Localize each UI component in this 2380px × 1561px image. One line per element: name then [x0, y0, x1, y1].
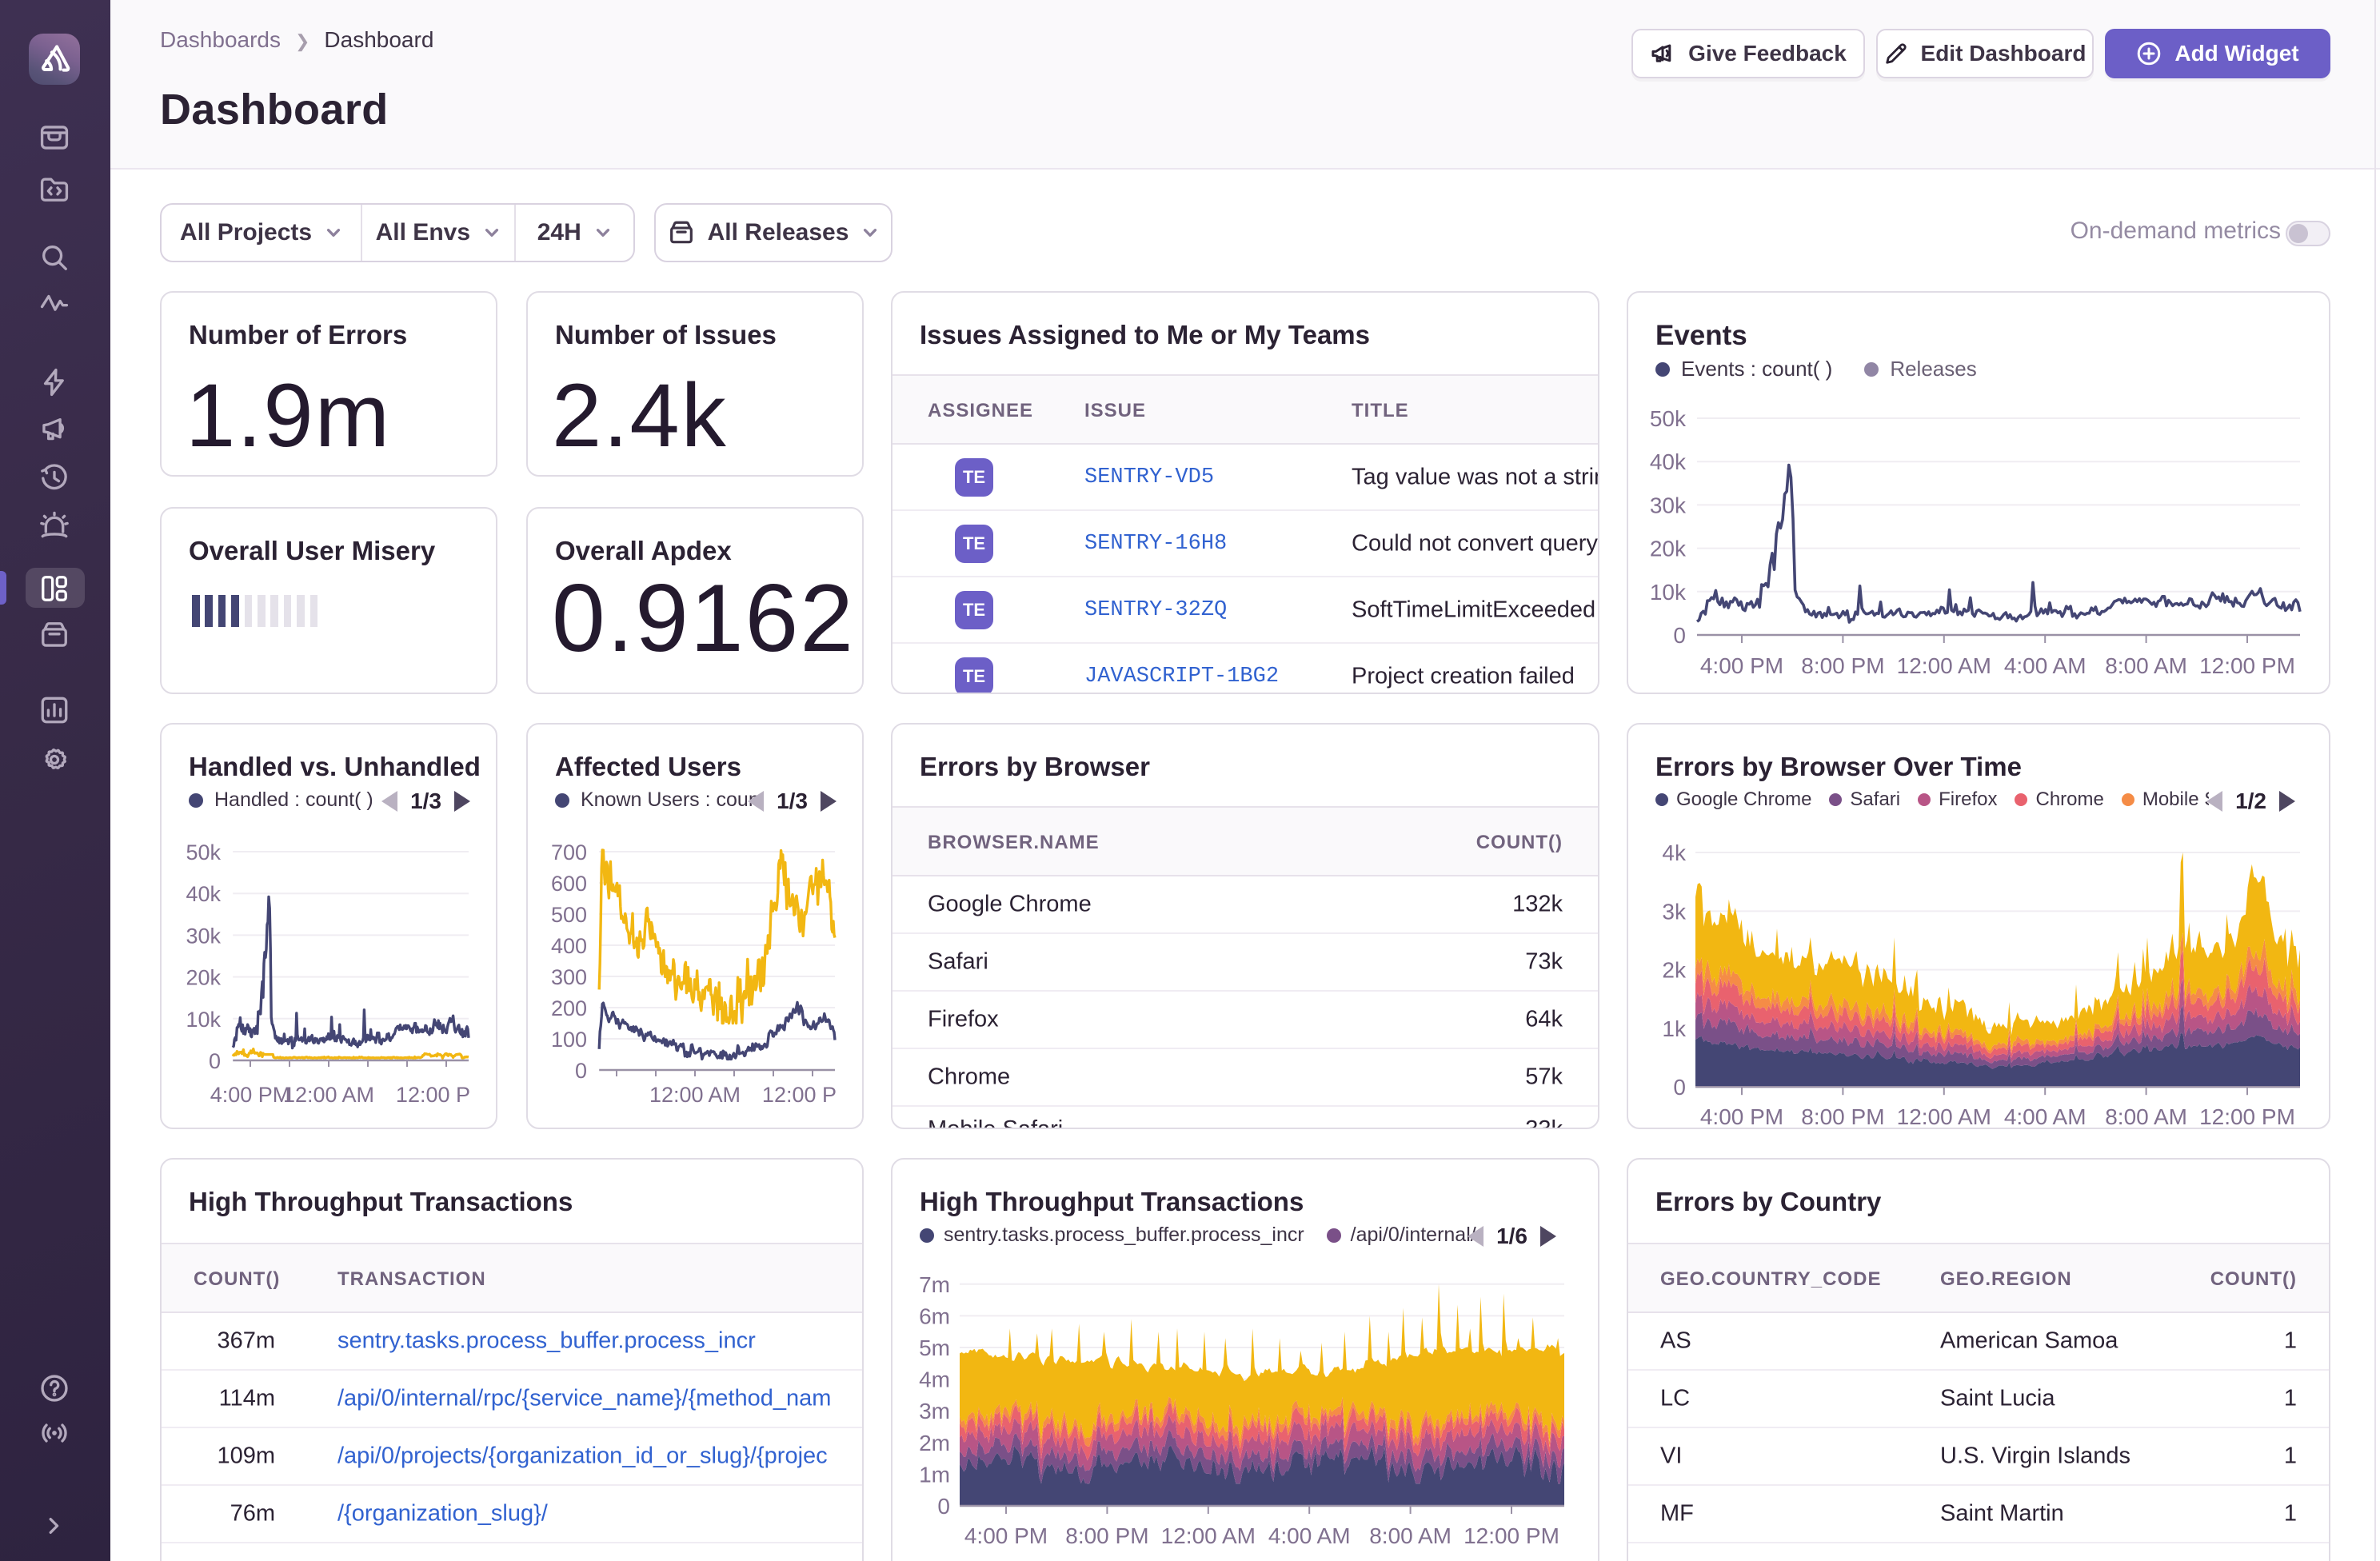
svg-text:12:00 AM: 12:00 AM [649, 1083, 741, 1107]
svg-text:400: 400 [551, 934, 587, 958]
svg-text:4m: 4m [919, 1367, 950, 1392]
svg-text:50k: 50k [186, 840, 221, 864]
svg-text:4:00 AM: 4:00 AM [2004, 653, 2086, 678]
svg-text:600: 600 [551, 872, 587, 896]
svg-text:3k: 3k [1662, 899, 1687, 924]
svg-text:30k: 30k [1650, 493, 1687, 517]
svg-text:8:00 AM: 8:00 AM [2105, 653, 2187, 678]
svg-text:8:00 AM: 8:00 AM [1369, 1523, 1452, 1548]
svg-text:0: 0 [575, 1059, 587, 1083]
svg-text:2k: 2k [1662, 958, 1687, 983]
svg-text:12:00 P: 12:00 P [762, 1083, 837, 1107]
svg-text:4:00 PM: 4:00 PM [964, 1523, 1048, 1548]
svg-text:3m: 3m [919, 1399, 950, 1423]
svg-text:300: 300 [551, 965, 587, 989]
svg-text:12:00 AM: 12:00 AM [1897, 1104, 1991, 1129]
svg-text:200: 200 [551, 996, 587, 1020]
svg-text:7m: 7m [919, 1272, 950, 1297]
svg-text:50k: 50k [1650, 406, 1687, 431]
svg-text:12:00 AM: 12:00 AM [1897, 653, 1991, 678]
svg-text:12:00 PM: 12:00 PM [2199, 653, 2295, 678]
svg-text:40k: 40k [1650, 449, 1687, 474]
svg-text:700: 700 [551, 840, 587, 864]
svg-text:100: 100 [551, 1028, 587, 1052]
svg-text:30k: 30k [186, 924, 221, 948]
svg-text:4:00 AM: 4:00 AM [1268, 1523, 1351, 1548]
svg-text:500: 500 [551, 903, 587, 927]
svg-text:2m: 2m [919, 1431, 950, 1455]
svg-text:12:00 AM: 12:00 AM [283, 1083, 374, 1107]
svg-text:1m: 1m [919, 1462, 950, 1487]
svg-text:4:00 AM: 4:00 AM [2004, 1104, 2086, 1129]
svg-text:4:00 PM: 4:00 PM [210, 1083, 291, 1107]
svg-text:8:00 PM: 8:00 PM [1801, 1104, 1884, 1129]
svg-text:0: 0 [209, 1049, 221, 1073]
svg-text:5m: 5m [919, 1335, 950, 1360]
svg-text:0: 0 [1673, 623, 1686, 648]
svg-text:12:00 AM: 12:00 AM [1161, 1523, 1256, 1548]
svg-text:20k: 20k [186, 966, 221, 990]
svg-text:10k: 10k [1650, 580, 1687, 605]
svg-text:12:00 P: 12:00 P [396, 1083, 470, 1107]
svg-text:8:00 PM: 8:00 PM [1801, 653, 1884, 678]
svg-text:1k: 1k [1662, 1016, 1687, 1041]
svg-text:4:00 PM: 4:00 PM [1700, 653, 1783, 678]
svg-text:0: 0 [1673, 1075, 1686, 1100]
svg-text:6m: 6m [919, 1303, 950, 1328]
svg-text:12:00 PM: 12:00 PM [1464, 1523, 1559, 1548]
svg-text:40k: 40k [186, 882, 221, 906]
svg-text:0: 0 [937, 1494, 950, 1519]
svg-text:10k: 10k [186, 1008, 221, 1032]
svg-text:4:00 PM: 4:00 PM [1700, 1104, 1783, 1129]
svg-text:20k: 20k [1650, 537, 1687, 561]
svg-text:8:00 AM: 8:00 AM [2105, 1104, 2187, 1129]
svg-text:12:00 PM: 12:00 PM [2199, 1104, 2295, 1129]
svg-text:8:00 PM: 8:00 PM [1065, 1523, 1148, 1548]
svg-text:4k: 4k [1662, 840, 1687, 865]
